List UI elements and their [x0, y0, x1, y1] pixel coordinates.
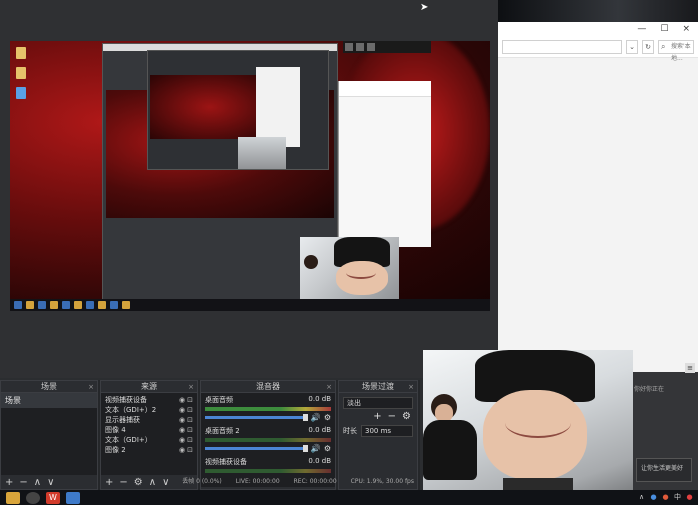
explorer-address-row: ⌄ ↻ 搜索'本地... [498, 36, 698, 62]
close-icon[interactable]: × [408, 381, 414, 393]
eye-icon: ◉ [179, 446, 186, 454]
live-time: LIVE: 00:00:00 [235, 478, 280, 485]
maximize-icon[interactable]: ☐ [660, 24, 668, 34]
eye-icon: ◉ [179, 436, 186, 444]
eye-icon: ◉ [179, 396, 186, 404]
add-transition-icon[interactable]: + [373, 411, 381, 422]
folder-icon[interactable] [6, 491, 20, 504]
source-item[interactable]: 文本（GDI+） ◉ ⊡ [101, 435, 197, 445]
sources-dock-title: 来源 [141, 382, 157, 391]
language-icon[interactable]: 中 [673, 492, 682, 502]
mixer-channel: 桌面音频 2 0.0 dB 🔊 ⚙ [205, 426, 331, 453]
source-item[interactable]: 文本（GDI+）2 ◉ ⊡ [101, 405, 197, 415]
gear-icon[interactable]: ⚙ [402, 411, 411, 422]
volume-meter [205, 469, 331, 473]
source-item[interactable]: 显示器捕获 ◉ ⊡ [101, 415, 197, 425]
volume-slider[interactable] [205, 414, 308, 421]
audio-mixer-dock: 混音器 × 桌面音频0.0 dB 🔊⚙ 桌面音频 20.0 dB 🔊⚙ [200, 380, 336, 490]
remove-transition-icon[interactable]: − [388, 411, 396, 422]
scroll-button-icon[interactable]: ≡ [685, 363, 695, 373]
volume-slider[interactable] [205, 445, 308, 452]
antivirus-icon[interactable]: ● [661, 492, 670, 502]
volume-meter [205, 407, 331, 411]
scenes-list: 场景 [1, 393, 97, 475]
lock-icon: ⊡ [187, 436, 193, 444]
scenes-dock: 场景 × 场景 + − ∧ ∨ [0, 380, 98, 490]
desktop-icons [16, 47, 26, 99]
webcam-preview-large [423, 350, 633, 505]
sources-dock: 来源 × 视频捕获设备 ◉ ⊡ 文本（GDI+）2 ◉ ⊡ 显示器捕获 ◉ ⊡ 图像 4 ◉ ⊡… [100, 380, 198, 490]
preview-area [0, 0, 498, 378]
gear-icon[interactable]: ⚙ [324, 444, 331, 453]
scenes-dock-title: 场景 [41, 382, 57, 391]
notification-box[interactable]: 让你生活更美好 [636, 458, 692, 482]
source-item[interactable]: 图像 4 ◉ ⊡ [101, 425, 197, 435]
eye-icon: ◉ [179, 406, 186, 414]
muted-speaker-icon[interactable]: 🔊 [311, 444, 321, 453]
obs-statusbar: 丢帧 0 (0.0%) LIVE: 00:00:00 REC: 00:00:00… [0, 476, 420, 488]
system-tray: ∧ ● ● 中 ● [637, 492, 694, 502]
close-icon[interactable]: × [188, 381, 194, 393]
preview-canvas[interactable] [10, 41, 490, 311]
duration-input[interactable]: 300 ms [361, 425, 413, 437]
mixer-channel: 视频捕获设备 0.0 dB [201, 455, 335, 475]
mixer-channels: 桌面音频 0.0 dB 🔊 ⚙ 桌面音频 2 0.0 dB 🔊 ⚙ 视频捕获设备 0.0 … [201, 393, 335, 487]
mouse-cursor-icon: ➤ [420, 2, 429, 13]
source-item[interactable]: 图像 2 ◉ ⊡ [101, 445, 197, 455]
mixer-dock-title: 混音器 [256, 382, 280, 391]
speaker-icon[interactable]: 🔊 [311, 413, 321, 422]
notification-icon[interactable]: ● [685, 492, 694, 502]
close-icon[interactable]: × [682, 24, 690, 34]
lock-icon: ⊡ [187, 396, 193, 404]
sources-list: 视频捕获设备 ◉ ⊡ 文本（GDI+）2 ◉ ⊡ 显示器捕获 ◉ ⊡ 图像 4 ◉ ⊡ 文本（G… [101, 393, 197, 475]
rec-time: REC: 00:00:00 [293, 478, 337, 485]
gear-icon[interactable]: ⚙ [324, 413, 331, 422]
transitions-dock: 场景过渡 × 淡出 + − ⚙ 时长 300 ms [338, 380, 418, 490]
transitions-dock-title: 场景过渡 [362, 382, 394, 391]
source-item[interactable]: 视频捕获设备 ◉ ⊡ [101, 395, 197, 405]
close-icon[interactable]: × [88, 381, 94, 393]
windows-taskbar: W ∧ ● ● 中 ● [0, 490, 698, 505]
explorer-titlebar: — ☐ × [498, 22, 698, 36]
search-input[interactable]: 搜索'本地... [658, 39, 694, 62]
file-explorer-window: — ☐ × ⌄ ↻ 搜索'本地... [498, 0, 698, 372]
cpu-usage: CPU: 1.9%, 30.00 fps [350, 478, 414, 485]
explorer-top-strip [498, 0, 698, 22]
eye-icon: ◉ [179, 426, 186, 434]
transition-select[interactable]: 淡出 [343, 397, 413, 409]
eye-icon: ◉ [179, 416, 186, 424]
nested-explorer-titlebar [343, 41, 431, 53]
obs-docks: 场景 × 场景 + − ∧ ∨ 来源 × 视频捕获设备 ◉ ⊡ 文本（GDI+）… [0, 380, 420, 490]
lock-icon: ⊡ [187, 446, 193, 454]
close-icon[interactable]: × [326, 381, 332, 393]
duration-label: 时长 [343, 427, 357, 435]
refresh-icon[interactable]: ↻ [642, 39, 654, 54]
nested-explorer-window [338, 81, 431, 247]
nested-taskbar [10, 299, 490, 311]
chevron-up-icon[interactable]: ∧ [637, 492, 646, 502]
network-icon[interactable]: ● [649, 492, 658, 502]
scene-item[interactable]: 场景 [1, 393, 97, 408]
volume-meter [205, 438, 331, 442]
address-bar[interactable] [502, 39, 622, 54]
notification-text: 你好你正在 [634, 386, 665, 393]
lock-icon: ⊡ [187, 406, 193, 414]
app-icon[interactable] [66, 491, 80, 504]
nested-obs-window-2 [147, 50, 329, 170]
obs-icon[interactable] [26, 491, 40, 504]
dropped-frames: 丢帧 0 (0.0%) [182, 478, 222, 485]
desktop-screen: 场景 × 场景 + − ∧ ∨ 来源 × 视频捕获设备 ◉ ⊡ 文本（GDI+）… [0, 0, 698, 505]
wps-icon[interactable]: W [46, 491, 60, 504]
mixer-channel: 桌面音频 0.0 dB 🔊 ⚙ [205, 395, 331, 422]
minimize-icon[interactable]: — [637, 24, 646, 34]
lock-icon: ⊡ [187, 416, 193, 424]
chevron-down-icon[interactable]: ⌄ [626, 39, 638, 54]
lock-icon: ⊡ [187, 426, 193, 434]
